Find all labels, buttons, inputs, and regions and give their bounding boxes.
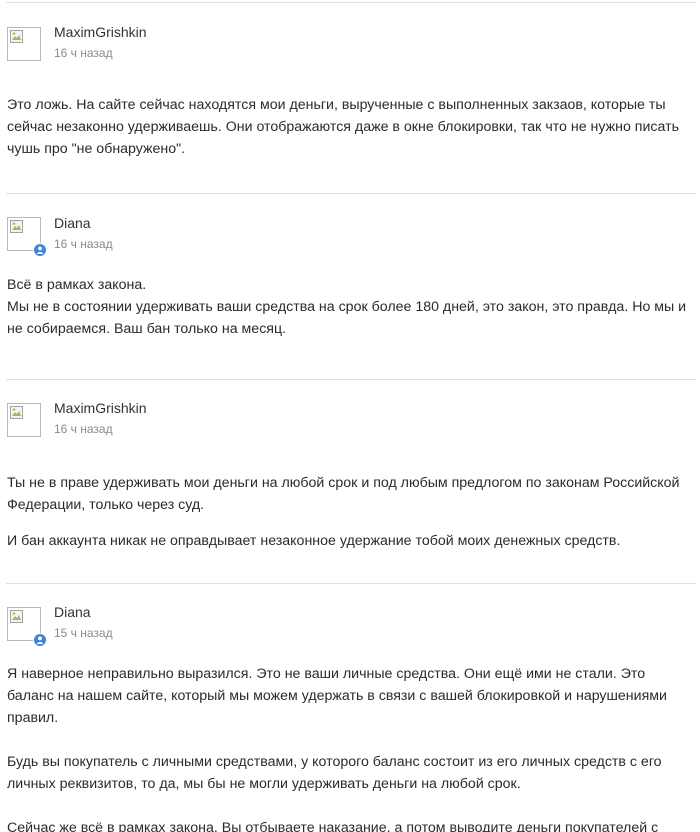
divider (6, 379, 696, 380)
comment-paragraph: Я наверное неправильно выразился. Это не… (7, 666, 667, 726)
avatar[interactable] (7, 607, 47, 647)
divider (6, 2, 696, 3)
staff-badge (33, 633, 47, 647)
comment-paragraph: Будь вы покупатель с личными средствами,… (7, 754, 662, 792)
comment-time: 15 ч назад (54, 626, 113, 640)
comment-thread: MaximGrishkin 16 ч назад Это ложь. На са… (0, 0, 700, 832)
comment-time: 16 ч назад (54, 237, 113, 251)
comment-author[interactable]: Diana (54, 215, 91, 231)
comment-author[interactable]: Diana (54, 604, 91, 620)
comment-paragraph: Ты не в праве удерживать мои деньги на л… (7, 475, 680, 513)
broken-image-icon (10, 406, 23, 419)
comment-paragraph: Мы не в состоянии удерживать ваши средст… (7, 299, 687, 337)
avatar[interactable] (7, 217, 47, 257)
divider (6, 193, 696, 194)
broken-image-icon (10, 220, 23, 233)
avatar[interactable] (7, 27, 41, 61)
comment-paragraph: Сейчас же всё в рамках закона. Вы отбыва… (7, 820, 659, 832)
comment-paragraph: Это ложь. На сайте сейчас находятся мои … (7, 97, 679, 157)
avatar[interactable] (7, 403, 41, 437)
comment-paragraph: И бан аккаунта никак не оправдывает неза… (7, 533, 621, 549)
comment-time: 16 ч назад (54, 422, 113, 436)
comment-body: Это ложь. На сайте сейчас находятся мои … (7, 94, 690, 160)
comment-time: 16 ч назад (54, 46, 113, 60)
staff-badge (33, 243, 47, 257)
broken-image-icon (10, 610, 23, 623)
comment-body: Я наверное неправильно выразился. Это не… (7, 663, 690, 832)
comment-body: Ты не в праве удерживать мои деньги на л… (7, 472, 690, 552)
comment-body: Всё в рамках закона. Мы не в состоянии у… (7, 274, 690, 340)
broken-image-icon (10, 30, 23, 43)
comment-author[interactable]: MaximGrishkin (54, 400, 147, 416)
divider (6, 583, 696, 584)
user-icon (36, 246, 44, 254)
comment-author[interactable]: MaximGrishkin (54, 24, 147, 40)
user-icon (36, 636, 44, 644)
comment-paragraph: Всё в рамках закона. (7, 277, 147, 293)
